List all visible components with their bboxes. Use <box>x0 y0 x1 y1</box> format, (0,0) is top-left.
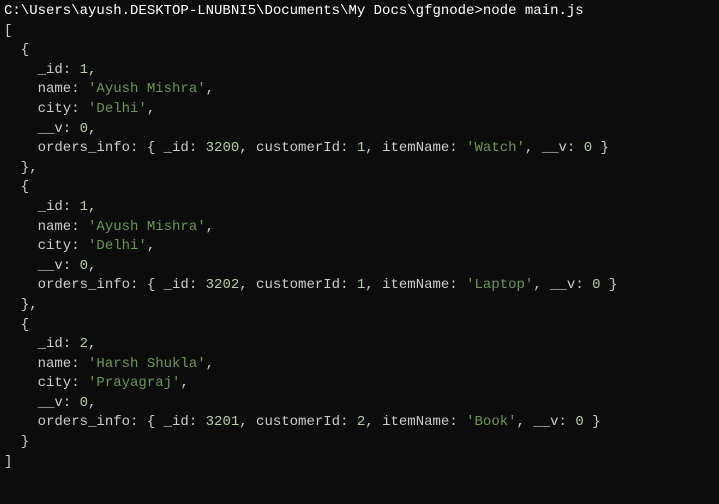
oi-v: 0 <box>592 277 600 293</box>
array-close: ] <box>4 453 715 473</box>
oi-mid1: , customerId: <box>239 277 357 293</box>
city-key: city: <box>4 375 88 391</box>
record-city: city: 'Delhi', <box>4 100 715 120</box>
comma: , <box>206 219 214 235</box>
v-key: __v: <box>4 258 80 274</box>
comma: , <box>180 375 188 391</box>
oi-end: } <box>584 414 601 430</box>
v-key: __v: <box>4 395 80 411</box>
comma: , <box>147 238 155 254</box>
record-id: _id: 2, <box>4 335 715 355</box>
name-val: 'Ayush Mishra' <box>88 81 206 97</box>
record-open: { <box>4 316 715 336</box>
terminal-output: C:\Users\ayush.DESKTOP-LNUBNI5\Documents… <box>4 2 715 472</box>
v-key: __v: <box>4 121 80 137</box>
oi-v: 0 <box>575 414 583 430</box>
oi-end: } <box>592 140 609 156</box>
comma: , <box>88 395 96 411</box>
oi-mid2: , itemName: <box>365 414 466 430</box>
name-key: name: <box>4 356 88 372</box>
oi-prefix: orders_info: { _id: <box>4 277 206 293</box>
record-v: __v: 0, <box>4 394 715 414</box>
name-val: 'Harsh Shukla' <box>88 356 206 372</box>
record-close: }, <box>4 159 715 179</box>
comma: , <box>147 101 155 117</box>
record-orders-info: orders_info: { _id: 3201, customerId: 2,… <box>4 413 715 433</box>
id-key: _id: <box>4 62 80 78</box>
id-val: 1 <box>80 199 88 215</box>
oi-id: 3201 <box>206 414 240 430</box>
oi-mid3: , __v: <box>533 277 592 293</box>
record-orders-info: orders_info: { _id: 3200, customerId: 1,… <box>4 139 715 159</box>
oi-item: 'Book' <box>466 414 516 430</box>
city-key: city: <box>4 238 88 254</box>
oi-v: 0 <box>584 140 592 156</box>
record-name: name: 'Ayush Mishra', <box>4 80 715 100</box>
record-name: name: 'Harsh Shukla', <box>4 355 715 375</box>
comma: , <box>88 62 96 78</box>
record-id: _id: 1, <box>4 61 715 81</box>
city-key: city: <box>4 101 88 117</box>
id-key: _id: <box>4 199 80 215</box>
city-val: 'Delhi' <box>88 238 147 254</box>
oi-mid3: , __v: <box>517 414 576 430</box>
record-v: __v: 0, <box>4 120 715 140</box>
v-val: 0 <box>80 258 88 274</box>
v-val: 0 <box>80 121 88 137</box>
name-val: 'Ayush Mishra' <box>88 219 206 235</box>
record-close: }, <box>4 296 715 316</box>
oi-prefix: orders_info: { _id: <box>4 414 206 430</box>
comma: , <box>88 121 96 137</box>
prompt-line: C:\Users\ayush.DESKTOP-LNUBNI5\Documents… <box>4 2 715 22</box>
v-val: 0 <box>80 395 88 411</box>
record-id: _id: 1, <box>4 198 715 218</box>
comma: , <box>206 81 214 97</box>
array-open: [ <box>4 22 715 42</box>
record-open: { <box>4 178 715 198</box>
comma: , <box>88 199 96 215</box>
oi-mid1: , customerId: <box>239 414 357 430</box>
comma: , <box>88 336 96 352</box>
id-key: _id: <box>4 336 80 352</box>
oi-item: 'Laptop' <box>466 277 533 293</box>
oi-mid2: , itemName: <box>365 277 466 293</box>
comma: , <box>206 356 214 372</box>
record-v: __v: 0, <box>4 257 715 277</box>
oi-mid2: , itemName: <box>365 140 466 156</box>
oi-end: } <box>601 277 618 293</box>
oi-prefix: orders_info: { _id: <box>4 140 206 156</box>
oi-mid3: , __v: <box>525 140 584 156</box>
id-val: 2 <box>80 336 88 352</box>
name-key: name: <box>4 81 88 97</box>
city-val: 'Delhi' <box>88 101 147 117</box>
oi-item: 'Watch' <box>466 140 525 156</box>
oi-id: 3200 <box>206 140 240 156</box>
record-orders-info: orders_info: { _id: 3202, customerId: 1,… <box>4 276 715 296</box>
oi-id: 3202 <box>206 277 240 293</box>
comma: , <box>88 258 96 274</box>
oi-mid1: , customerId: <box>239 140 357 156</box>
id-val: 1 <box>80 62 88 78</box>
record-city: city: 'Delhi', <box>4 237 715 257</box>
record-name: name: 'Ayush Mishra', <box>4 218 715 238</box>
name-key: name: <box>4 219 88 235</box>
record-open: { <box>4 41 715 61</box>
city-val: 'Prayagraj' <box>88 375 180 391</box>
record-close: } <box>4 433 715 453</box>
record-city: city: 'Prayagraj', <box>4 374 715 394</box>
